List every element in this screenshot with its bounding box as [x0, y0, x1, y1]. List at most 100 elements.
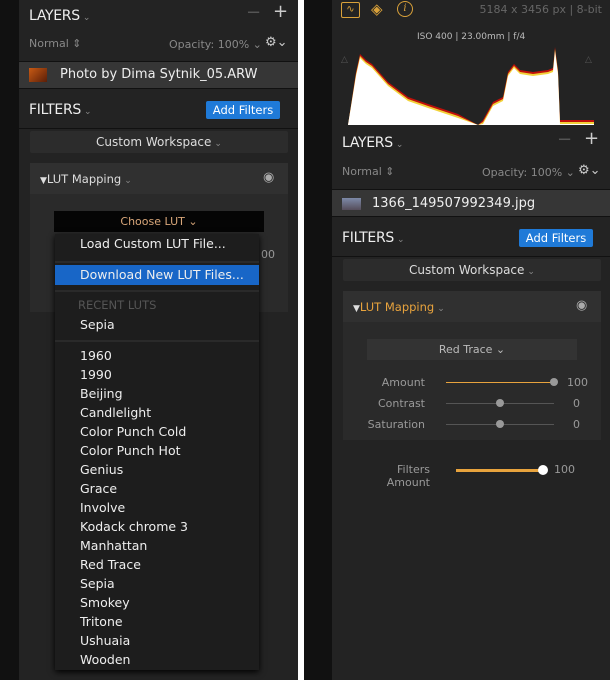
layer-thumbnail	[342, 198, 361, 210]
workspace-value: Custom Workspace	[409, 263, 525, 277]
filters-amount-knob[interactable]	[538, 465, 548, 475]
lut-filter-header[interactable]: ▼LUT Mapping ⌄ ◉	[343, 291, 601, 322]
recent-luts-header: RECENT LUTS	[78, 298, 157, 312]
lut-item[interactable]: Wooden	[80, 652, 130, 667]
lut-item[interactable]: Candlelight	[80, 405, 151, 420]
lut-title[interactable]: ▼LUT Mapping ⌄	[353, 300, 445, 314]
menu-separator	[55, 261, 259, 263]
eye-icon[interactable]: ◉	[576, 298, 587, 313]
remove-layer-button[interactable]: −	[246, 2, 261, 23]
workspace-select[interactable]: Custom Workspace ⌄	[343, 259, 601, 281]
shadow-clipping-icon[interactable]: △	[341, 55, 348, 65]
layers-icon[interactable]: ◈	[371, 0, 383, 18]
filters-amount-track[interactable]	[456, 469, 542, 472]
lut-item[interactable]: Smokey	[80, 595, 130, 610]
left-panel: LAYERS ⌄ − + Normal ⇕ Opacity: 100% ⌄ ⚙⌄ …	[19, 0, 298, 680]
menu-separator	[55, 290, 259, 292]
slider-knob[interactable]	[496, 399, 504, 407]
filters-title[interactable]: FILTERS ⌄	[342, 230, 405, 246]
chevron-down-icon: ⌄	[395, 140, 404, 150]
lut-title-text: LUT Mapping	[359, 300, 435, 314]
chevron-down-icon: ⌄	[82, 13, 91, 23]
filters-title[interactable]: FILTERS ⌄	[29, 102, 92, 118]
lut-item[interactable]: Manhattan	[80, 538, 147, 553]
lut-item[interactable]: Involve	[80, 500, 125, 515]
load-custom-lut-item[interactable]: Load Custom LUT File...	[80, 236, 226, 251]
lut-item[interactable]: Beijing	[80, 386, 123, 401]
histogram-luminance	[348, 51, 594, 125]
eye-icon[interactable]: ◉	[263, 170, 274, 185]
layers-title-text: LAYERS	[29, 8, 80, 24]
lut-filter-header[interactable]: ▼LUT Mapping ⌄ ◉	[30, 163, 288, 194]
add-filters-button[interactable]: Add Filters	[519, 229, 593, 247]
layers-title[interactable]: LAYERS ⌄	[342, 135, 403, 151]
slider-value: 0	[573, 397, 580, 410]
amount-value-obscured: 00	[261, 248, 275, 261]
layer-row[interactable]: 1366_149507992349.jpg	[332, 189, 610, 217]
opacity-value: Opacity: 100%	[169, 38, 250, 51]
slider-value: 100	[567, 376, 588, 389]
info-icon[interactable]: i	[397, 1, 413, 17]
layer-thumbnail	[29, 68, 47, 82]
divider	[332, 256, 610, 257]
right-panel: ∿ ◈ i 5184 x 3456 px | 8-bit ISO 400 | 2…	[332, 0, 610, 680]
lut-item[interactable]: Tritone	[80, 614, 123, 629]
slider-label: Saturation	[367, 418, 425, 431]
download-lut-item[interactable]: Download New LUT Files...	[55, 265, 259, 285]
slider-label: Amount	[381, 376, 425, 389]
add-filters-button[interactable]: Add Filters	[206, 101, 280, 119]
lut-title[interactable]: ▼LUT Mapping ⌄	[40, 172, 132, 186]
filters-title-text: FILTERS	[29, 102, 81, 118]
lut-item[interactable]: Red Trace	[80, 557, 141, 572]
triangle-down-icon: ▼	[40, 176, 47, 186]
workspace-select[interactable]: Custom Workspace ⌄	[30, 131, 288, 153]
add-layer-button[interactable]: +	[584, 128, 599, 149]
choose-lut-select[interactable]: Choose LUT ⌄	[54, 211, 264, 232]
opacity-select[interactable]: Opacity: 100% ⌄	[169, 38, 262, 51]
lut-dropdown-menu: Load Custom LUT File... Download New LUT…	[55, 234, 259, 670]
chevron-down-icon: ⌄	[124, 176, 132, 186]
slider-knob[interactable]	[550, 378, 558, 386]
chevron-down-icon: ⌄	[396, 235, 405, 245]
exif-info: ISO 400 | 23.00mm | f/4	[417, 32, 526, 42]
lut-item[interactable]: Ushuaia	[80, 633, 130, 648]
lut-item[interactable]: Kodack chrome 3	[80, 519, 188, 534]
chevron-down-icon: ⌄	[83, 107, 92, 117]
gear-icon[interactable]: ⚙⌄	[265, 35, 288, 50]
lut-item[interactable]: Color Punch Hot	[80, 443, 181, 458]
histogram-icon[interactable]: ∿	[341, 2, 360, 18]
filters-amount-value: 100	[554, 463, 575, 476]
recent-lut-item[interactable]: Sepia	[80, 317, 115, 332]
blend-mode-select[interactable]: Normal ⇕	[29, 37, 82, 50]
lut-item[interactable]: Genius	[80, 462, 123, 477]
blend-mode-value: Normal	[29, 37, 69, 50]
image-divider	[298, 0, 304, 680]
layer-row[interactable]: Photo by Dima Sytnik_05.ARW	[19, 61, 298, 89]
lut-filter-panel: ▼LUT Mapping ⌄ ◉ Red Trace ⌄ Amount 100 Co…	[343, 291, 601, 440]
slider-track[interactable]	[446, 382, 554, 383]
slider-label: Contrast	[377, 397, 425, 410]
slider-knob[interactable]	[496, 420, 504, 428]
layers-title[interactable]: LAYERS ⌄	[29, 8, 90, 24]
blend-mode-select[interactable]: Normal ⇕	[342, 165, 395, 178]
lut-item[interactable]: Sepia	[80, 576, 115, 591]
chevron-down-icon: ⌄	[214, 139, 222, 149]
triangle-down-icon: ▼	[353, 304, 360, 314]
lut-item[interactable]: 1960	[80, 348, 112, 363]
lut-selected-value: Red Trace	[438, 343, 493, 356]
filters-title-text: FILTERS	[342, 230, 394, 246]
gear-icon[interactable]: ⚙⌄	[578, 163, 601, 178]
workspace-value: Custom Workspace	[96, 135, 212, 149]
lut-item[interactable]: 1990	[80, 367, 112, 382]
lut-item[interactable]: Color Punch Cold	[80, 424, 186, 439]
slider-value: 0	[573, 418, 580, 431]
choose-lut-value: Choose LUT	[120, 215, 185, 228]
opacity-select[interactable]: Opacity: 100% ⌄	[482, 166, 575, 179]
add-layer-button[interactable]: +	[273, 1, 288, 22]
layer-name: 1366_149507992349.jpg	[372, 196, 536, 211]
lut-select[interactable]: Red Trace ⌄	[367, 339, 577, 360]
lut-item[interactable]: Grace	[80, 481, 117, 496]
remove-layer-button[interactable]: −	[557, 129, 572, 150]
opacity-value: Opacity: 100%	[482, 166, 563, 179]
histogram	[348, 47, 594, 125]
